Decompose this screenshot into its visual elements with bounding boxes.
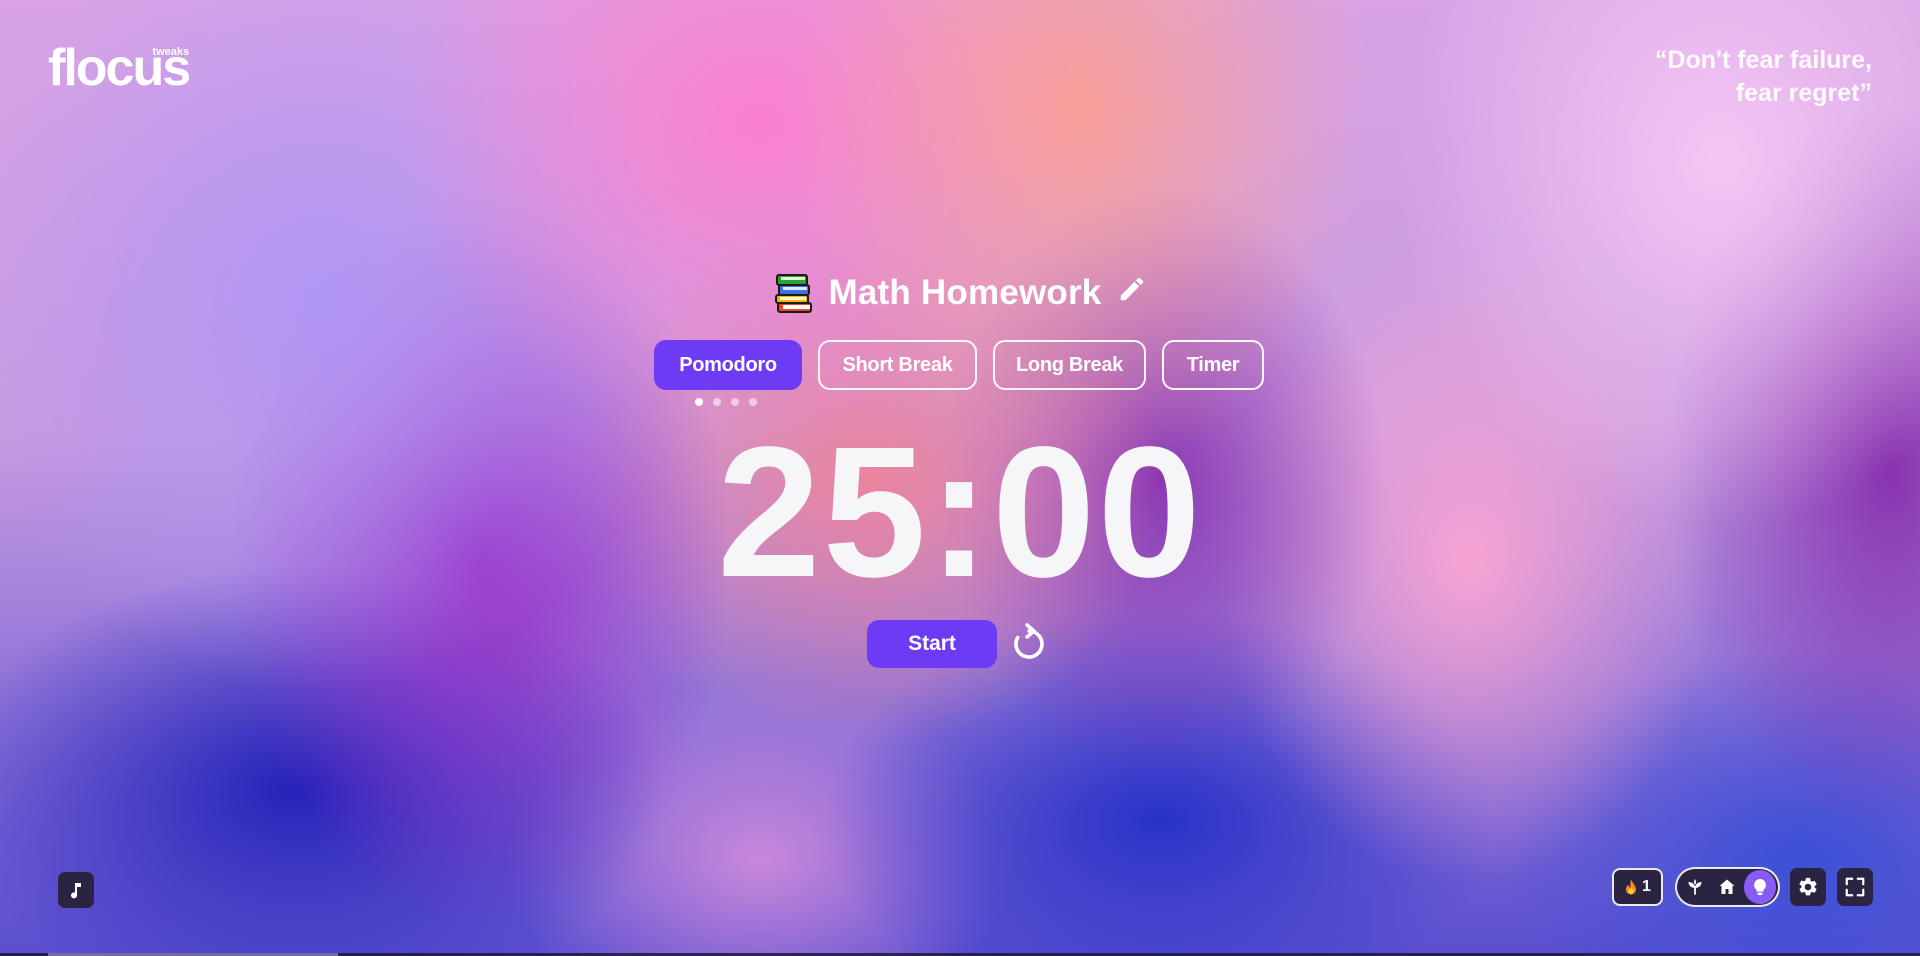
settings-button[interactable] <box>1790 868 1826 906</box>
tab-timer[interactable]: Timer <box>1162 340 1264 390</box>
view-option-lightbulb[interactable] <box>1743 870 1776 904</box>
music-note-icon <box>71 883 81 899</box>
books-icon <box>774 274 812 313</box>
streak-badge[interactable]: 1 <box>1612 868 1663 906</box>
flocus-logo[interactable]: flocus tweaks <box>48 42 191 94</box>
fullscreen-icon <box>1845 877 1865 897</box>
quote-line-1: “Don't fear failure, <box>1654 46 1872 74</box>
pencil-icon[interactable] <box>1117 274 1147 304</box>
music-button[interactable] <box>58 872 94 908</box>
tab-long-break[interactable]: Long Break <box>993 340 1146 390</box>
session-progress-dots <box>695 398 757 406</box>
session-dot-3 <box>731 398 739 406</box>
timer-display: 25:00 <box>717 409 1203 616</box>
current-task: Math Homework <box>0 270 1920 316</box>
reset-icon[interactable] <box>1007 622 1051 666</box>
quote-line-2: fear regret” <box>1735 79 1872 107</box>
logo-tweaks-label: tweaks <box>152 46 190 58</box>
session-dot-2 <box>713 398 721 406</box>
motivational-quote: “Don't fear failure, fear regret” <box>1655 44 1872 110</box>
home-icon <box>1719 879 1735 894</box>
start-button[interactable]: Start <box>867 620 997 668</box>
view-option-plant[interactable] <box>1679 870 1711 904</box>
fire-icon <box>1626 879 1637 895</box>
gear-icon <box>1799 877 1817 896</box>
lightbulb-icon <box>1753 879 1766 895</box>
streak-count: 1 <box>1642 878 1651 895</box>
view-mode-switch <box>1675 867 1780 907</box>
task-title: Math Homework <box>828 273 1102 312</box>
session-dot-4 <box>749 398 757 406</box>
timer-controls: Start <box>867 620 1051 668</box>
tab-pomodoro[interactable]: Pomodoro <box>654 340 802 390</box>
session-dot-1 <box>695 398 703 406</box>
view-option-home[interactable] <box>1711 870 1743 904</box>
tab-short-break[interactable]: Short Break <box>818 340 977 390</box>
plant-icon <box>1688 879 1702 895</box>
timer-mode-tabs: Pomodoro Short Break Long Break Timer <box>654 340 1264 390</box>
fullscreen-button[interactable] <box>1837 868 1873 906</box>
